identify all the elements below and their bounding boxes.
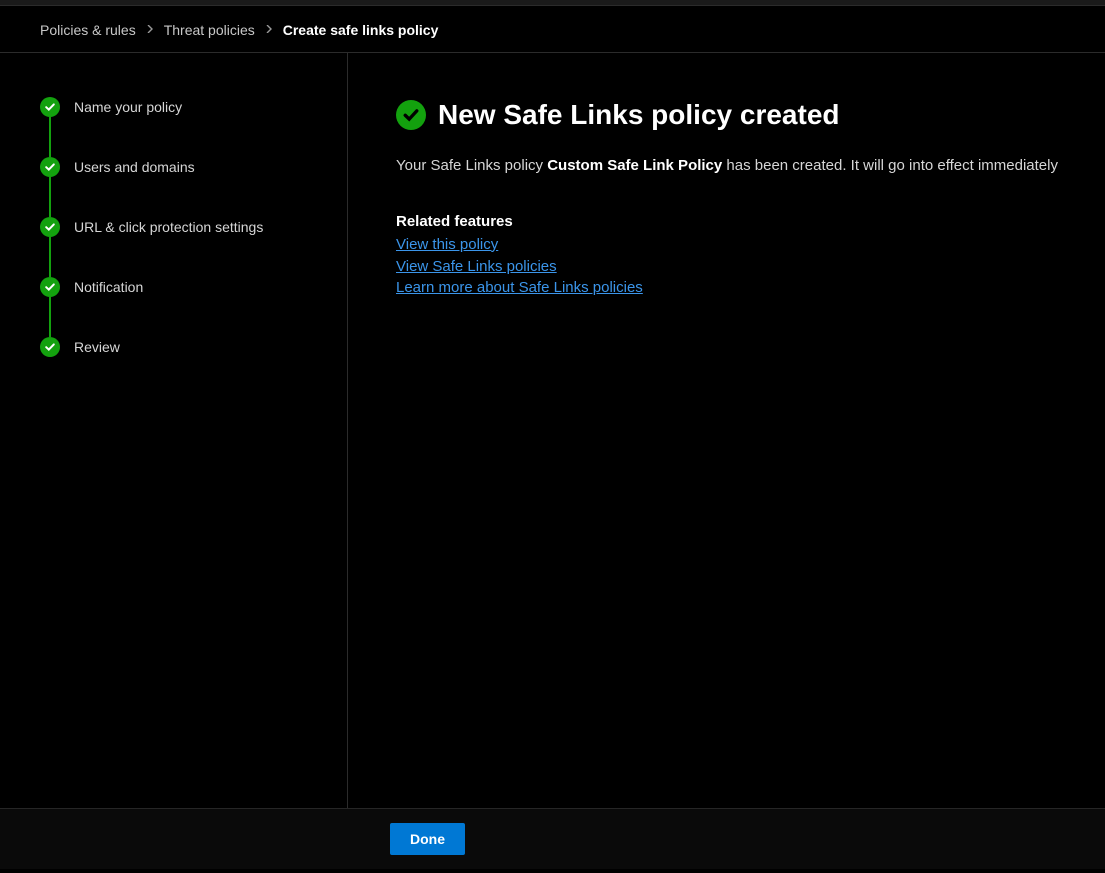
policy-name: Custom Safe Link Policy bbox=[547, 157, 722, 174]
step-review[interactable]: Review bbox=[40, 337, 327, 357]
checkmark-circle-icon bbox=[396, 100, 426, 130]
step-users-and-domains[interactable]: Users and domains bbox=[40, 157, 327, 177]
breadcrumb: Policies & rules Threat policies Create … bbox=[0, 6, 1105, 53]
step-connector bbox=[49, 177, 51, 217]
page-header: New Safe Links policy created bbox=[396, 99, 1095, 131]
checkmark-circle-icon bbox=[40, 277, 60, 297]
step-url-click-protection[interactable]: URL & click protection settings bbox=[40, 217, 327, 237]
description-suffix: has been created. It will go into effect… bbox=[722, 157, 1058, 174]
page-title: New Safe Links policy created bbox=[438, 99, 840, 131]
step-notification[interactable]: Notification bbox=[40, 277, 327, 297]
step-label: URL & click protection settings bbox=[74, 219, 263, 235]
done-button[interactable]: Done bbox=[390, 823, 465, 855]
link-view-safe-links-policies[interactable]: View Safe Links policies bbox=[396, 256, 557, 278]
checkmark-circle-icon bbox=[40, 217, 60, 237]
content-panel: New Safe Links policy created Your Safe … bbox=[348, 53, 1105, 808]
step-label: Users and domains bbox=[74, 159, 195, 175]
step-connector bbox=[49, 237, 51, 277]
footer: Done bbox=[0, 808, 1105, 869]
checkmark-circle-icon bbox=[40, 97, 60, 117]
main-area: Name your policy Users and domains URL &… bbox=[0, 53, 1105, 808]
breadcrumb-item-policies-rules[interactable]: Policies & rules bbox=[40, 22, 136, 38]
step-connector bbox=[49, 117, 51, 157]
checkmark-circle-icon bbox=[40, 337, 60, 357]
chevron-right-icon bbox=[146, 24, 154, 36]
breadcrumb-item-threat-policies[interactable]: Threat policies bbox=[164, 22, 255, 38]
step-label: Review bbox=[74, 339, 120, 355]
step-name-your-policy[interactable]: Name your policy bbox=[40, 97, 327, 117]
link-learn-more-safe-links[interactable]: Learn more about Safe Links policies bbox=[396, 277, 643, 299]
step-connector bbox=[49, 297, 51, 337]
breadcrumb-item-create-safe-links-policy: Create safe links policy bbox=[283, 22, 439, 38]
step-label: Notification bbox=[74, 279, 143, 295]
policy-created-description: Your Safe Links policy Custom Safe Link … bbox=[396, 155, 1095, 177]
step-label: Name your policy bbox=[74, 99, 182, 115]
related-links: View this policy View Safe Links policie… bbox=[396, 234, 1095, 299]
description-prefix: Your Safe Links policy bbox=[396, 157, 547, 174]
wizard-steps: Name your policy Users and domains URL &… bbox=[40, 97, 327, 357]
wizard-sidebar: Name your policy Users and domains URL &… bbox=[0, 53, 348, 808]
related-features-heading: Related features bbox=[396, 213, 1095, 230]
link-view-this-policy[interactable]: View this policy bbox=[396, 234, 498, 256]
checkmark-circle-icon bbox=[40, 157, 60, 177]
chevron-right-icon bbox=[265, 24, 273, 36]
